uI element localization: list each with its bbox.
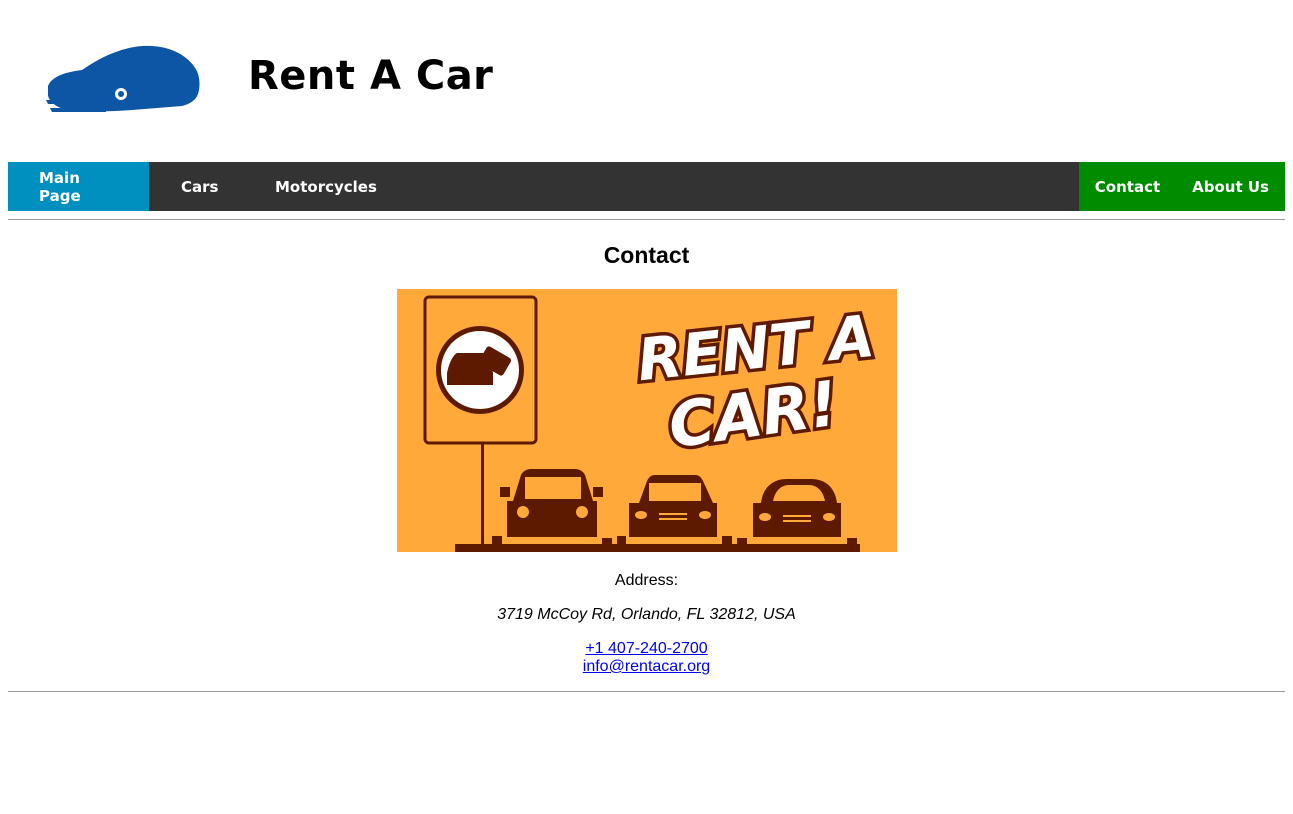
nav-main-page[interactable]: Main Page <box>8 162 149 211</box>
address-label: Address: <box>614 572 679 589</box>
car-logo-icon[interactable] <box>46 42 202 114</box>
nav-contact[interactable]: Contact <box>1079 162 1176 211</box>
nav-left-group: Main Page Cars Motorcycles <box>8 162 415 211</box>
contact-heading: Contact <box>603 242 690 268</box>
bottom-divider <box>8 691 1285 692</box>
phone-link[interactable]: +1 407-240-2700 <box>585 640 707 657</box>
nav-cars[interactable]: Cars <box>149 162 275 211</box>
address-text: 3719 McCoy Rd, Orlando, FL 32812, USA <box>497 606 796 623</box>
email-row: info@rentacar.org <box>0 658 1293 676</box>
email-link[interactable]: info@rentacar.org <box>583 658 710 675</box>
rent-a-car-banner: RENT A CAR! <box>397 289 897 552</box>
phone-row: +1 407-240-2700 <box>0 640 1293 658</box>
main-navbar: Main Page Cars Motorcycles Contact About… <box>8 162 1285 211</box>
site-header: Rent A Car <box>0 0 1293 162</box>
nav-about-us[interactable]: About Us <box>1176 162 1285 211</box>
nav-motorcycles[interactable]: Motorcycles <box>275 162 415 211</box>
site-title: Rent A Car <box>248 53 494 99</box>
nav-right-group: Contact About Us <box>1078 162 1285 211</box>
top-divider <box>8 219 1285 220</box>
